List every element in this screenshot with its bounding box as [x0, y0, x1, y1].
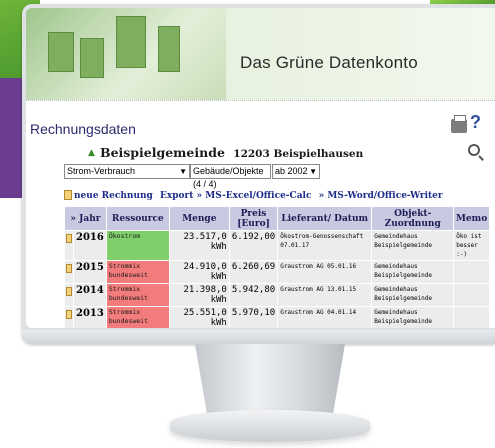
column-price: Preis [Euro] — [228, 206, 279, 231]
stage: Das Grüne Datenkonto Rechnungsdaten ? ▲ … — [0, 0, 495, 448]
row-supplier: Graustrom AG 05.01.16 — [277, 260, 373, 284]
new-invoice-link[interactable]: neue Rechnung — [74, 191, 153, 201]
row-year: 2015 — [73, 260, 107, 284]
export-excel-link[interactable]: Export » MS-Excel/Office-Calc — [160, 191, 311, 201]
monitor-neck — [195, 344, 345, 414]
row-supplier: Graustrom AG 13.01.15 — [277, 283, 373, 307]
column-memo: Memo — [453, 206, 490, 231]
binder-image — [80, 38, 104, 78]
pencil-icon[interactable] — [64, 283, 74, 307]
year-select[interactable]: ab 2002 ▼ — [272, 164, 320, 179]
column-object: Objekt-Zuordnung — [371, 206, 455, 231]
up-arrow-icon[interactable]: ▲ — [88, 148, 95, 158]
banner-image — [26, 8, 226, 100]
background-purple — [0, 78, 22, 198]
municipality-code: 12203 Beispielhausen — [233, 148, 364, 160]
row-object: Gemeindehaus Beispielgemeinde — [371, 283, 455, 307]
export-word-link[interactable]: » MS-Word/Office-Writer — [319, 191, 443, 201]
help-icon[interactable]: ? — [470, 112, 481, 133]
printer-icon[interactable] — [451, 115, 467, 133]
year-select-value: ab 2002 — [275, 166, 308, 176]
energy-select[interactable]: Strom-Verbrauch ▼ — [64, 164, 190, 179]
row-amount: 24.910,0 kWh — [168, 260, 230, 284]
row-amount: 25.551,0 kWh — [168, 306, 230, 328]
divider — [26, 100, 495, 102]
pencil-icon[interactable] — [64, 260, 74, 284]
row-resource: Strommix bundesweit — [105, 260, 170, 284]
row-amount: 23.517,0 kWh — [168, 230, 230, 261]
row-resource: Strommix bundesweit — [105, 306, 170, 328]
monitor: Das Grüne Datenkonto Rechnungsdaten ? ▲ … — [22, 4, 495, 344]
row-supplier: Graustrom AG 04.01.14 — [277, 306, 373, 328]
monitor-base — [170, 410, 370, 442]
document-icon — [64, 190, 72, 200]
row-resource: Ökostrom — [105, 230, 170, 261]
row-object: Gemeindehaus Beispielgemeinde — [371, 260, 455, 284]
screen: Das Grüne Datenkonto Rechnungsdaten ? ▲ … — [26, 8, 495, 328]
row-price: 6.192,00 — [228, 230, 279, 261]
table-row[interactable]: 2013 Strommix bundesweit 25.551,0 kWh 5.… — [64, 306, 490, 328]
table-row[interactable]: 2014 Strommix bundesweit 21.398,0 kWh 5.… — [64, 283, 490, 307]
pencil-icon[interactable] — [64, 306, 74, 328]
binder-image — [158, 26, 180, 72]
monitor-chin — [22, 330, 495, 344]
row-resource: Strommix bundesweit — [105, 283, 170, 307]
chevron-down-icon: ▼ — [309, 167, 317, 176]
row-price: 6.260,69 — [228, 260, 279, 284]
row-memo — [453, 260, 490, 284]
action-links: neue Rechnung Export » MS-Excel/Office-C… — [74, 191, 447, 201]
row-object: Gemeindehaus Beispielgemeinde — [371, 306, 455, 328]
municipality-heading: Beispielgemeinde 12203 Beispielhausen — [100, 145, 363, 160]
column-resource: Ressource — [105, 206, 170, 231]
row-object: Gemeindehaus Beispielgemeinde — [371, 230, 455, 261]
column-year[interactable]: » Jahr — [64, 206, 107, 231]
row-year: 2014 — [73, 283, 107, 307]
column-amount: Menge — [168, 206, 230, 231]
municipality-name: Beispielgemeinde — [100, 145, 225, 160]
table-header-row: » Jahr Ressource Menge Preis [Euro] Lief… — [64, 206, 490, 231]
zoom-icon[interactable] — [468, 144, 480, 156]
binder-image — [48, 32, 74, 72]
energy-select-value: Strom-Verbrauch — [67, 166, 136, 176]
page-title: Rechnungsdaten — [30, 121, 136, 137]
row-price: 5.942,80 — [228, 283, 279, 307]
objects-select-value: Gebäude/Objekte (4 / 4) — [193, 166, 264, 189]
table-row[interactable]: 2016 Ökostrom 23.517,0 kWh 6.192,00 Ökos… — [64, 230, 490, 261]
invoice-table: » Jahr Ressource Menge Preis [Euro] Lief… — [64, 206, 490, 328]
column-supplier: Lieferant/ Datum — [277, 206, 373, 231]
objects-select[interactable]: Gebäude/Objekte (4 / 4) — [190, 164, 271, 189]
pencil-icon[interactable] — [64, 230, 74, 261]
row-memo — [453, 283, 490, 307]
row-price: 5.970,10 — [228, 306, 279, 328]
row-supplier: Ökostrom-Genossenschaft 07.01.17 — [277, 230, 373, 261]
chevron-down-icon: ▼ — [179, 167, 187, 176]
binder-image — [116, 16, 146, 68]
table-row[interactable]: 2015 Strommix bundesweit 24.910,0 kWh 6.… — [64, 260, 490, 284]
row-memo — [453, 306, 490, 328]
header-banner: Das Grüne Datenkonto — [26, 8, 495, 100]
row-memo: Öko ist besser :-) — [453, 230, 490, 261]
row-year: 2016 — [73, 230, 107, 261]
row-year: 2013 — [73, 306, 107, 328]
banner-title: Das Grüne Datenkonto — [240, 53, 418, 72]
row-amount: 21.398,0 kWh — [168, 283, 230, 307]
